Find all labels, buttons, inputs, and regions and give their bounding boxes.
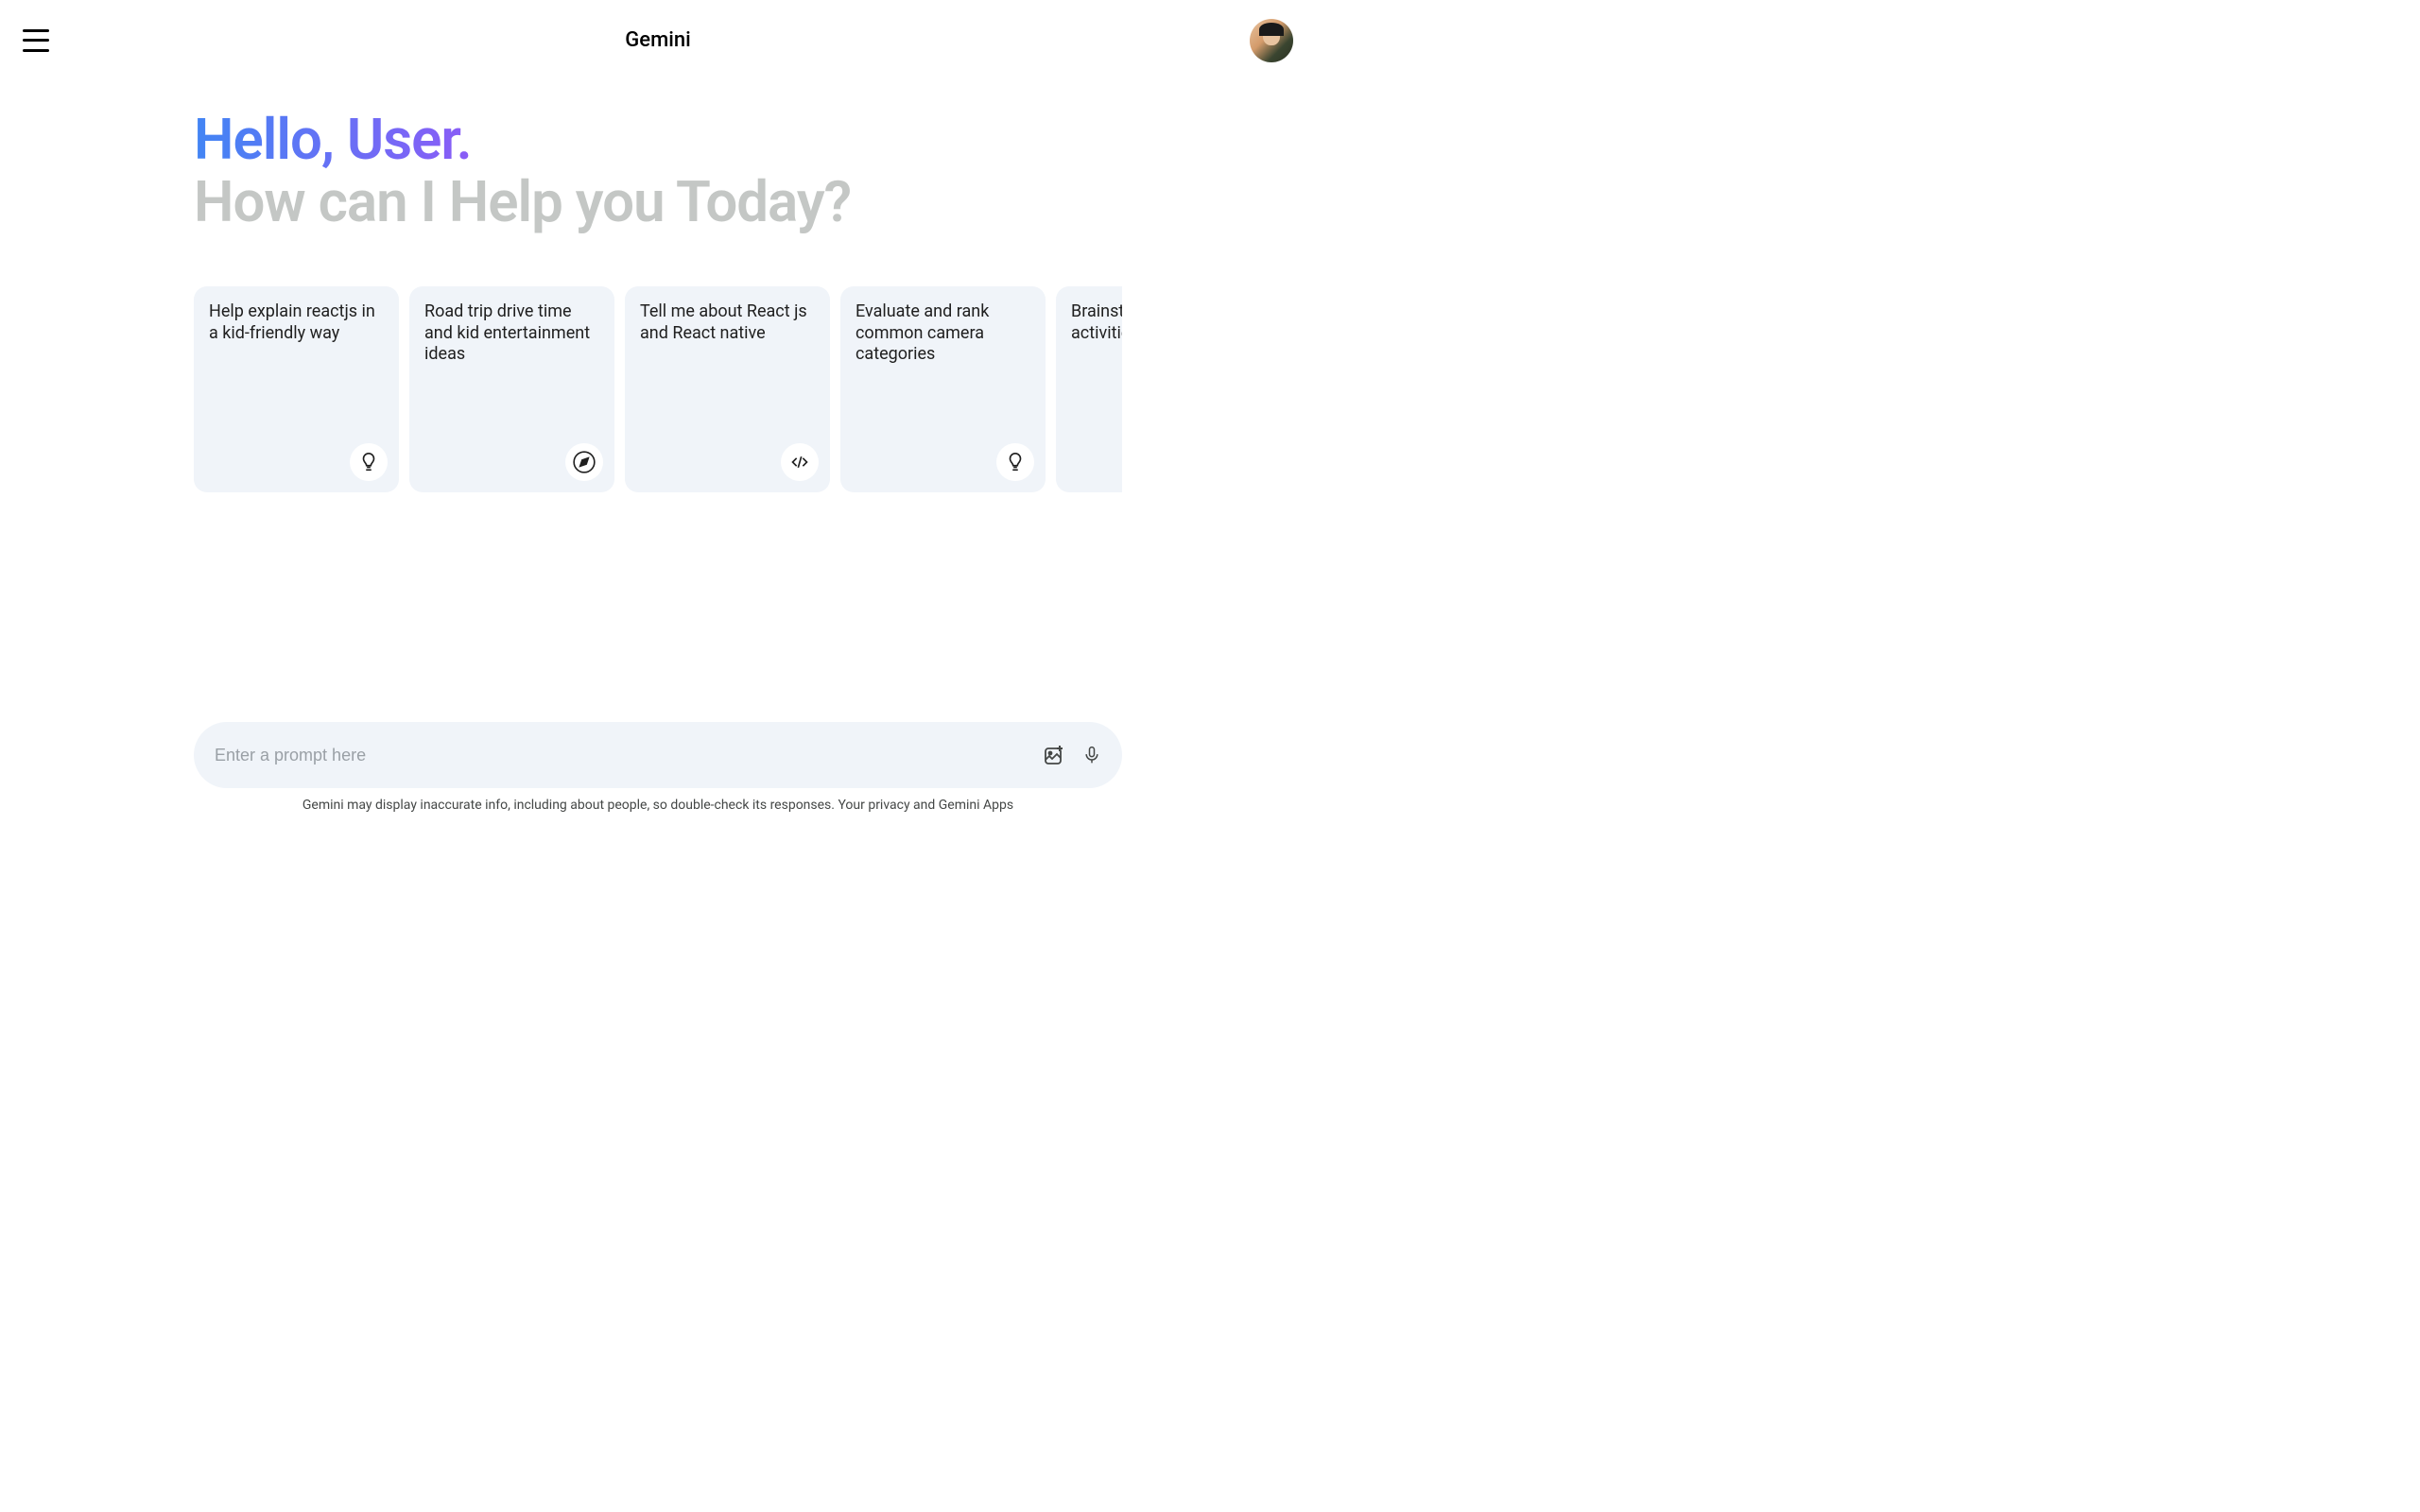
input-section: Gemini may display inaccurate info, incl… bbox=[194, 722, 1122, 822]
suggestion-card[interactable]: Help explain reactjs in a kid-friendly w… bbox=[194, 286, 399, 492]
card-text: Evaluate and rank common camera categori… bbox=[856, 301, 1030, 366]
card-text: Road trip drive time and kid entertainme… bbox=[424, 301, 599, 366]
card-text: Help explain reactjs in a kid-friendly w… bbox=[209, 301, 384, 344]
app-title: Gemini bbox=[625, 28, 690, 52]
suggestion-card[interactable]: Brainstorm bonding activities for our wo… bbox=[1056, 286, 1122, 492]
image-upload-icon[interactable] bbox=[1043, 744, 1065, 766]
card-text: Brainstorm bonding activities for our wo… bbox=[1071, 301, 1122, 344]
suggestion-card[interactable]: Evaluate and rank common camera categori… bbox=[840, 286, 1046, 492]
suggestion-card[interactable]: Tell me about React js and React native bbox=[625, 286, 830, 492]
disclaimer-text: Gemini may display inaccurate info, incl… bbox=[194, 798, 1122, 822]
main-content: Hello, User. How can I Help you Today? H… bbox=[0, 80, 1316, 492]
lightbulb-icon bbox=[996, 443, 1034, 481]
user-avatar[interactable] bbox=[1250, 19, 1293, 62]
header: Gemini bbox=[0, 0, 1316, 80]
input-icons bbox=[1043, 744, 1101, 766]
suggestion-card[interactable]: Road trip drive time and kid entertainme… bbox=[409, 286, 614, 492]
greeting-text: Hello, User. bbox=[194, 109, 1122, 171]
prompt-input[interactable] bbox=[215, 746, 1043, 765]
card-text: Tell me about React js and React native bbox=[640, 301, 815, 344]
prompt-input-container bbox=[194, 722, 1122, 788]
subheading-text: How can I Help you Today? bbox=[194, 171, 1122, 233]
microphone-icon[interactable] bbox=[1082, 744, 1101, 766]
compass-icon bbox=[565, 443, 603, 481]
hamburger-menu-icon[interactable] bbox=[23, 29, 49, 52]
suggestion-cards-container: Help explain reactjs in a kid-friendly w… bbox=[194, 286, 1122, 492]
lightbulb-icon bbox=[350, 443, 388, 481]
code-icon bbox=[781, 443, 819, 481]
